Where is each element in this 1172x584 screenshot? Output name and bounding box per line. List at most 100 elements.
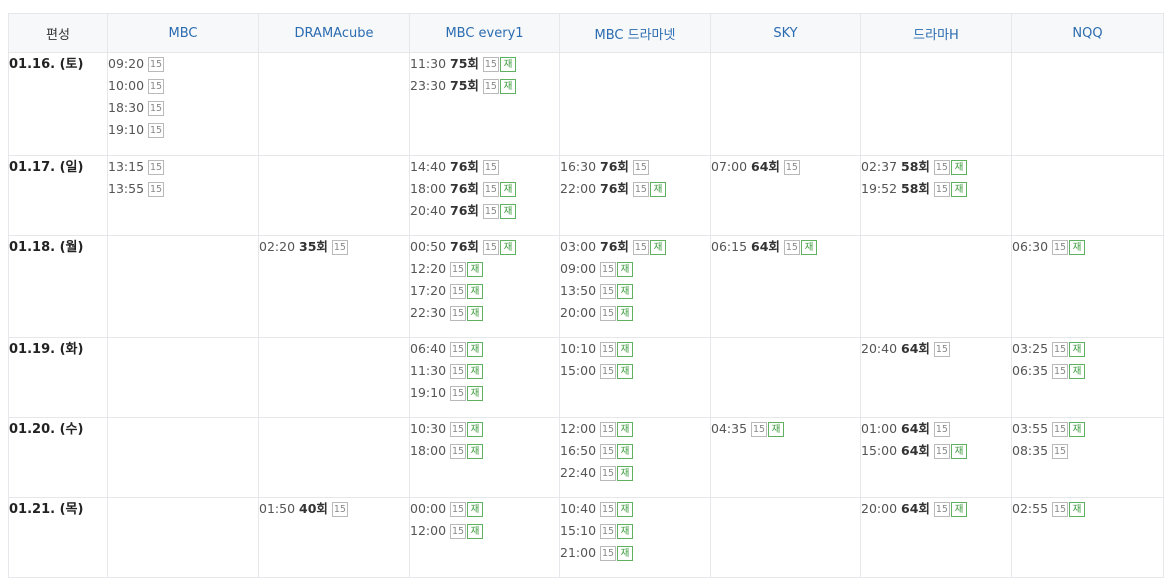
broadcast-entry[interactable]: 08:35 15 — [1012, 440, 1163, 462]
age-rating-badge: 15 — [450, 421, 467, 437]
schedule-row: 01.21. (목) 01:50 40회 15 00:00 15 재 12:00 15 재 10:4… — [8, 497, 1164, 578]
channel-header-dramacube[interactable]: DRAMAcube — [258, 13, 410, 53]
broadcast-entry[interactable]: 01:00 64회 15 — [861, 418, 1011, 440]
broadcast-entry[interactable]: 22:30 15 재 — [410, 302, 559, 324]
broadcast-entry[interactable]: 02:37 58회 15 재 — [861, 156, 1011, 178]
broadcast-entry[interactable]: 02:20 35회 15 — [259, 236, 409, 258]
channel-header-dramah[interactable]: 드라마H — [860, 13, 1012, 53]
broadcast-entry[interactable]: 17:20 15 재 — [410, 280, 559, 302]
broadcast-entry[interactable]: 15:00 15 재 — [560, 360, 710, 382]
broadcast-entry[interactable]: 18:00 76회 15 재 — [410, 178, 559, 200]
broadcast-entry[interactable]: 04:35 15 재 — [711, 418, 860, 440]
broadcast-entry[interactable]: 00:00 15 재 — [410, 498, 559, 520]
air-time: 10:10 — [560, 341, 597, 356]
broadcast-entry[interactable]: 03:55 15 재 — [1012, 418, 1163, 440]
schedule-cell — [107, 497, 259, 578]
age-rating-badge: 15 — [632, 181, 649, 197]
schedule-cell — [1011, 52, 1164, 156]
broadcast-entry[interactable]: 21:00 15 재 — [560, 542, 710, 564]
channel-header-mbc-every1[interactable]: MBC every1 — [409, 13, 560, 53]
broadcast-entry[interactable]: 20:00 15 재 — [560, 302, 710, 324]
episode-number: 76회 — [600, 159, 629, 174]
episode-number: 64회 — [901, 341, 930, 356]
rerun-badge: 재 — [950, 443, 967, 459]
schedule-cell: 03:25 15 재 06:35 15 재 — [1011, 337, 1164, 418]
broadcast-entry[interactable]: 14:40 76회 15 — [410, 156, 559, 178]
broadcast-entry[interactable]: 09:20 15 — [108, 53, 258, 75]
schedule-cell: 03:55 15 재 08:35 15 — [1011, 417, 1164, 498]
channel-header-mbc-dramanet[interactable]: MBC 드라마넷 — [559, 13, 711, 53]
air-time: 16:50 — [560, 443, 597, 458]
broadcast-entry[interactable]: 16:50 15 재 — [560, 440, 710, 462]
rerun-badge: 재 — [649, 181, 666, 197]
channel-header-nqq[interactable]: NQQ — [1011, 13, 1164, 53]
broadcast-entry[interactable]: 23:30 75회 15 재 — [410, 75, 559, 97]
broadcast-entry[interactable]: 10:40 15 재 — [560, 498, 710, 520]
broadcast-entry[interactable]: 22:40 15 재 — [560, 462, 710, 484]
episode-number: 75회 — [450, 78, 479, 93]
broadcast-entry[interactable]: 15:10 15 재 — [560, 520, 710, 542]
broadcast-entry[interactable]: 20:40 76회 15 재 — [410, 200, 559, 222]
broadcast-entry[interactable]: 16:30 76회 15 — [560, 156, 710, 178]
air-time: 23:30 — [410, 78, 447, 93]
broadcast-entry[interactable]: 18:00 15 재 — [410, 440, 559, 462]
broadcast-entry[interactable]: 00:50 76회 15 재 — [410, 236, 559, 258]
rerun-badge: 재 — [499, 203, 516, 219]
broadcast-entry[interactable]: 12:00 15 재 — [560, 418, 710, 440]
broadcast-entry[interactable]: 20:00 64회 15 재 — [861, 498, 1011, 520]
age-rating-badge: 15 — [482, 56, 499, 72]
broadcast-entry[interactable]: 13:55 15 — [108, 178, 258, 200]
broadcast-entry[interactable]: 19:52 58회 15 재 — [861, 178, 1011, 200]
broadcast-entry[interactable]: 11:30 75회 15 재 — [410, 53, 559, 75]
schedule-cell: 01:50 40회 15 — [258, 497, 410, 578]
channel-header-mbc[interactable]: MBC — [107, 13, 259, 53]
broadcast-schedule-table: 편성 MBC DRAMAcube MBC every1 MBC 드라마넷 SKY… — [8, 13, 1164, 578]
rerun-badge: 재 — [950, 501, 967, 517]
broadcast-entry[interactable]: 12:00 15 재 — [410, 520, 559, 542]
broadcast-entry[interactable]: 22:00 76회 15 재 — [560, 178, 710, 200]
broadcast-entry[interactable]: 06:40 15 재 — [410, 338, 559, 360]
episode-number: 76회 — [450, 181, 479, 196]
rerun-badge: 재 — [617, 421, 634, 437]
age-rating-badge: 15 — [450, 523, 467, 539]
rerun-badge: 재 — [617, 465, 634, 481]
broadcast-entry[interactable]: 06:35 15 재 — [1012, 360, 1163, 382]
schedule-cell — [860, 235, 1012, 338]
air-time: 22:00 — [560, 181, 597, 196]
channel-header-sky[interactable]: SKY — [710, 13, 861, 53]
broadcast-entry[interactable]: 19:10 15 재 — [410, 382, 559, 404]
broadcast-entry[interactable]: 20:40 64회 15 — [861, 338, 1011, 360]
broadcast-entry[interactable]: 15:00 64회 15 재 — [861, 440, 1011, 462]
broadcast-entry[interactable]: 18:30 15 — [108, 97, 258, 119]
rerun-badge: 재 — [950, 181, 967, 197]
episode-number: 76회 — [450, 239, 479, 254]
age-rating-badge: 15 — [600, 341, 617, 357]
rerun-badge: 재 — [617, 545, 634, 561]
rerun-badge: 재 — [768, 421, 785, 437]
episode-number: 40회 — [299, 501, 328, 516]
broadcast-entry[interactable]: 11:30 15 재 — [410, 360, 559, 382]
broadcast-entry[interactable]: 10:10 15 재 — [560, 338, 710, 360]
broadcast-entry[interactable]: 02:55 15 재 — [1012, 498, 1163, 520]
broadcast-entry[interactable]: 13:15 15 — [108, 156, 258, 178]
age-rating-badge: 15 — [1052, 443, 1069, 459]
broadcast-entry[interactable]: 13:50 15 재 — [560, 280, 710, 302]
air-time: 13:15 — [108, 159, 145, 174]
broadcast-entry[interactable]: 06:15 64회 15 재 — [711, 236, 860, 258]
broadcast-entry[interactable]: 03:00 76회 15 재 — [560, 236, 710, 258]
schedule-cell — [258, 417, 410, 498]
broadcast-entry[interactable]: 03:25 15 재 — [1012, 338, 1163, 360]
broadcast-entry[interactable]: 01:50 40회 15 — [259, 498, 409, 520]
broadcast-entry[interactable]: 10:30 15 재 — [410, 418, 559, 440]
air-time: 11:30 — [410, 363, 447, 378]
schedule-cell: 06:30 15 재 — [1011, 235, 1164, 338]
broadcast-entry[interactable]: 07:00 64회 15 — [711, 156, 860, 178]
broadcast-entry[interactable]: 10:00 15 — [108, 75, 258, 97]
broadcast-entry[interactable]: 19:10 15 — [108, 119, 258, 141]
age-rating-badge: 15 — [1052, 363, 1069, 379]
air-time: 09:20 — [108, 56, 145, 71]
broadcast-entry[interactable]: 09:00 15 재 — [560, 258, 710, 280]
broadcast-entry[interactable]: 12:20 15 재 — [410, 258, 559, 280]
broadcast-entry[interactable]: 06:30 15 재 — [1012, 236, 1163, 258]
episode-number: 64회 — [901, 443, 930, 458]
